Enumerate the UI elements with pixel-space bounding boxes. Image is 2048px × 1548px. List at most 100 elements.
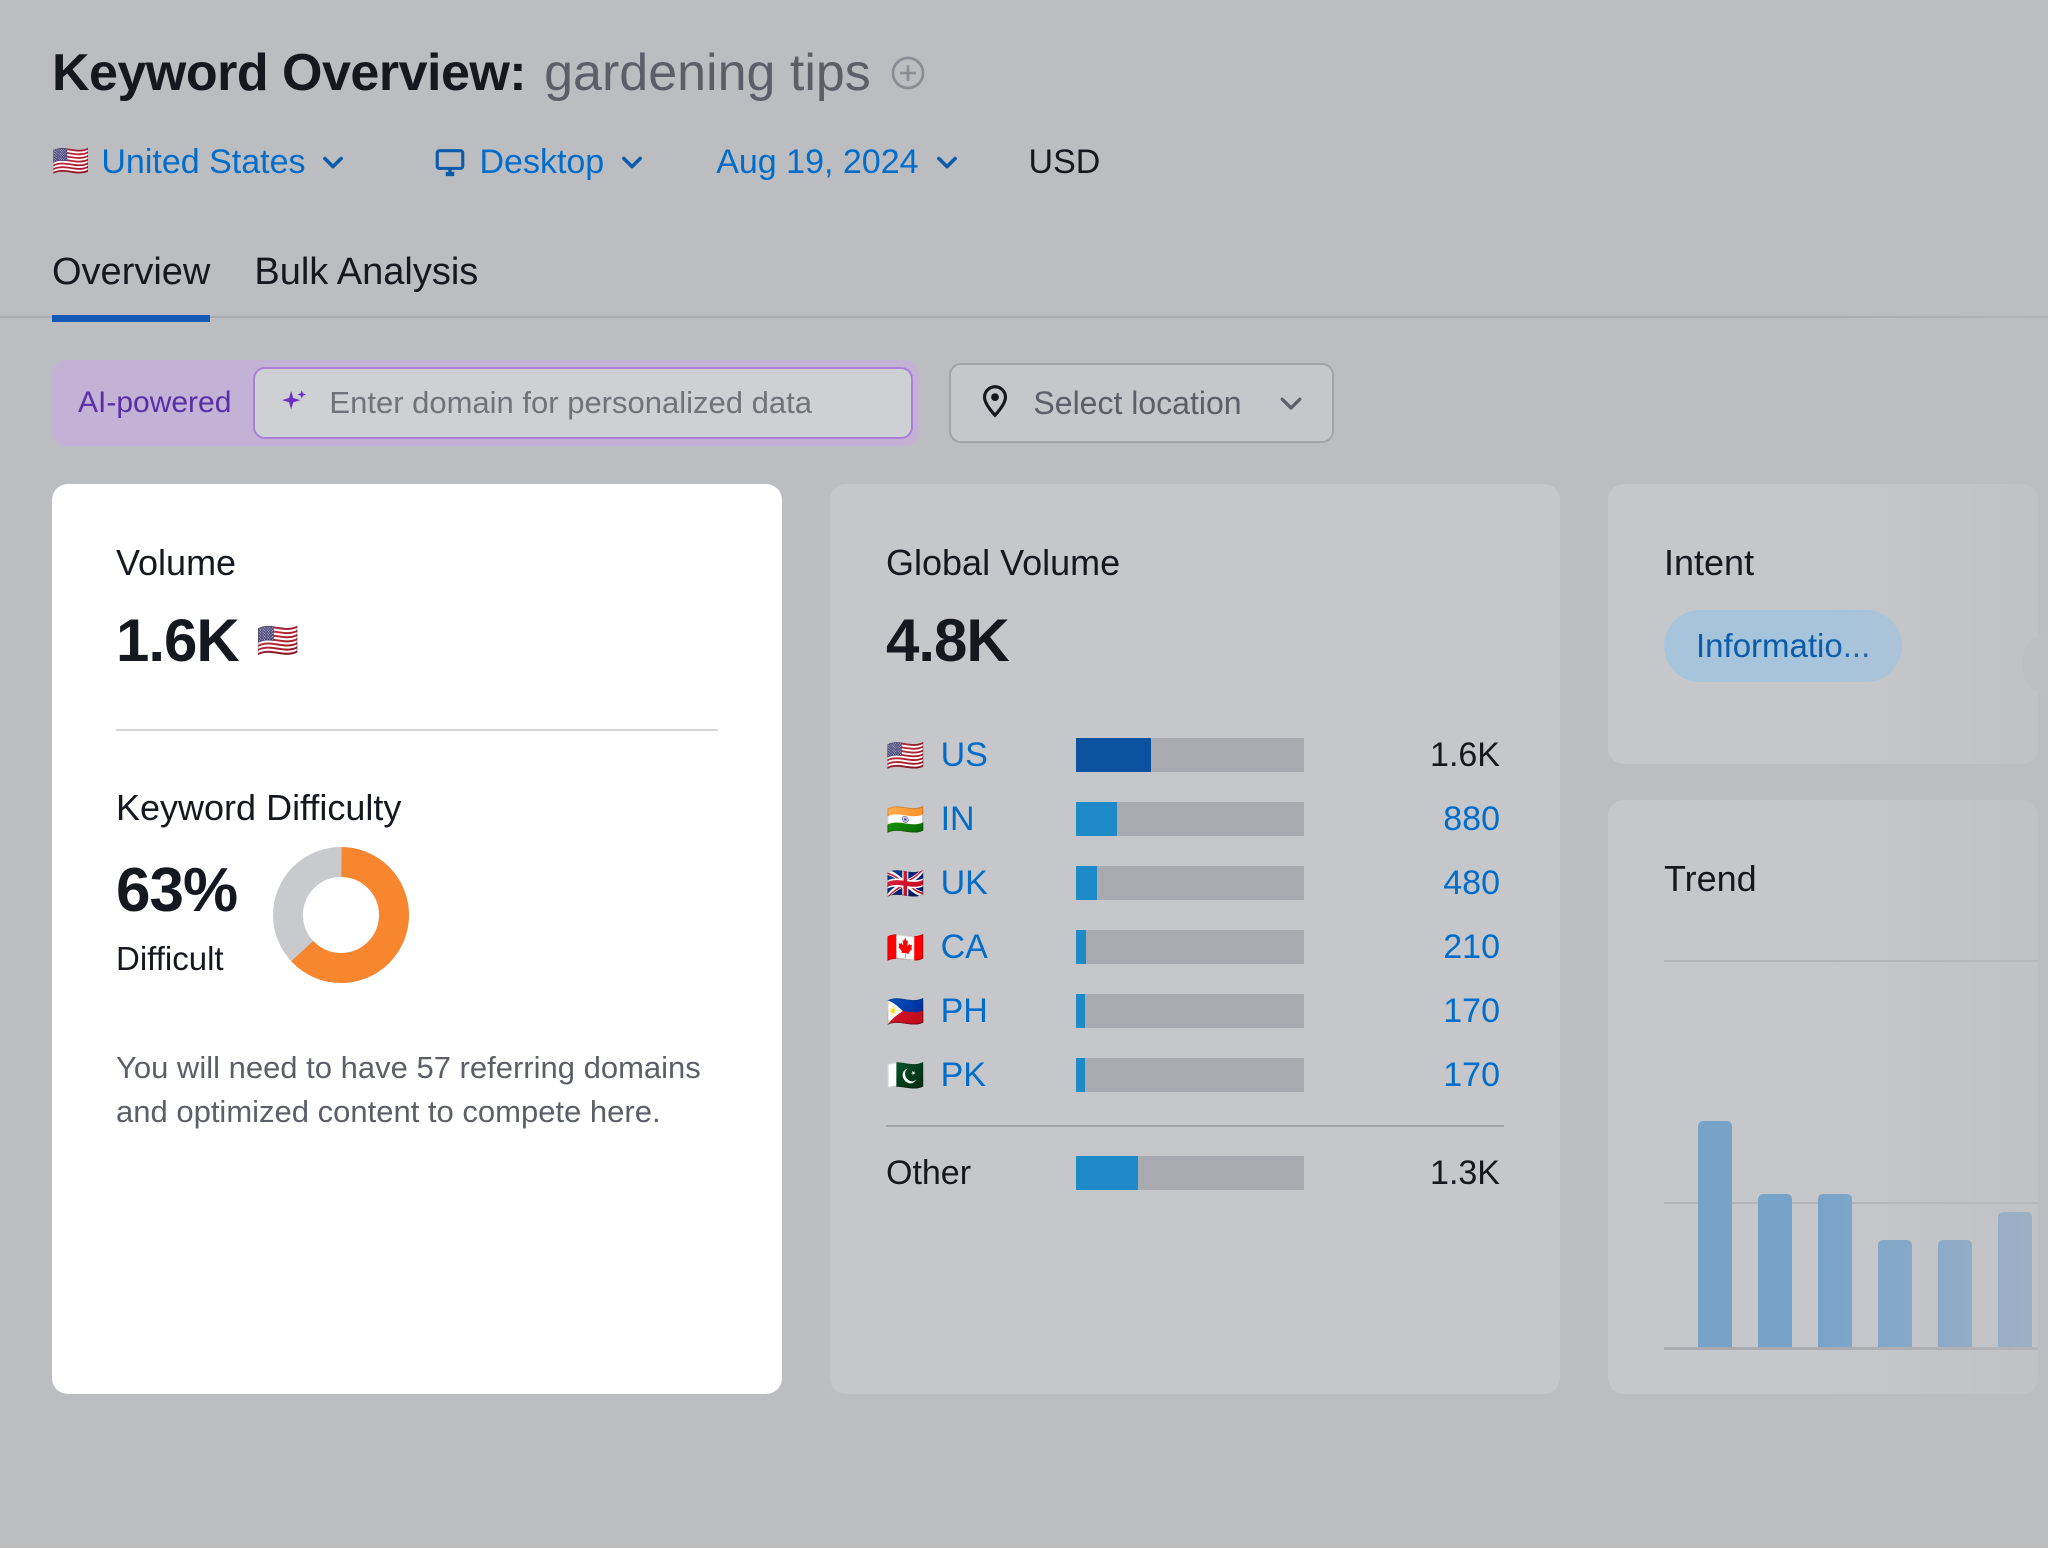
plus-circle-icon[interactable] xyxy=(889,54,927,92)
trend-card: Trend xyxy=(1608,800,2038,1394)
country-identity: 🇺🇸 US xyxy=(886,736,1076,775)
filter-bar: 🇺🇸 United States Desktop Aug 19, 2024 US… xyxy=(52,136,2048,188)
country-bar-track-other xyxy=(1076,1156,1304,1190)
country-bar-track xyxy=(1076,994,1304,1028)
country-flag-icon: 🇵🇭 xyxy=(886,993,925,1029)
country-row: 🇵🇰 PK 170 xyxy=(886,1043,1504,1107)
trend-baseline xyxy=(1664,1347,2038,1350)
country-flag-icon: 🇬🇧 xyxy=(886,865,925,901)
intent-card: Intent Informatio... xyxy=(1608,484,2048,764)
info-circle-icon xyxy=(2022,630,2048,698)
country-code[interactable]: PH xyxy=(941,992,988,1031)
country-selector-label: United States xyxy=(101,142,306,181)
country-value[interactable]: 480 xyxy=(1304,864,1504,903)
country-volume-list: 🇺🇸 US 1.6K 🇮🇳 IN 880 🇬🇧 UK 480 🇨🇦 CA 210 🇵🇭 PH 170 🇵🇰 PK… xyxy=(886,723,1504,1107)
metric-cards-row: Volume 1.6K 🇺🇸 Keyword Difficulty 63% Di… xyxy=(0,446,2048,1394)
monitor-icon xyxy=(433,145,467,179)
sparkle-icon xyxy=(277,386,311,420)
keyword-difficulty-block: Keyword Difficulty 63% Difficult You wil… xyxy=(116,787,718,1134)
country-bar-fill xyxy=(1076,1058,1086,1092)
map-pin-icon xyxy=(977,383,1013,424)
country-code-other: Other xyxy=(886,1153,972,1192)
date-selector-label: Aug 19, 2024 xyxy=(716,142,919,181)
device-selector[interactable]: Desktop xyxy=(433,143,646,182)
country-identity: 🇨🇦 CA xyxy=(886,928,1076,967)
country-identity: 🇮🇳 IN xyxy=(886,800,1076,839)
country-bar-track xyxy=(1076,802,1304,836)
country-row: 🇨🇦 CA 210 xyxy=(886,915,1504,979)
country-flag-icon: 🇨🇦 xyxy=(886,929,925,965)
trend-chart xyxy=(1664,960,2038,1350)
country-identity: 🇵🇭 PH xyxy=(886,992,1076,1031)
date-selector[interactable]: Aug 19, 2024 xyxy=(716,143,960,182)
country-row: 🇬🇧 UK 480 xyxy=(886,851,1504,915)
country-value[interactable]: 210 xyxy=(1304,928,1504,967)
intent-badge-label: Informatio... xyxy=(1696,627,1871,664)
page-header: Keyword Overview: gardening tips 🇺🇸 Unit… xyxy=(0,0,2048,188)
card-divider xyxy=(116,729,718,731)
country-bar-track xyxy=(1076,738,1304,772)
country-flag-icon: 🇵🇰 xyxy=(886,1057,925,1093)
country-bar-fill xyxy=(1076,738,1152,772)
country-code[interactable]: UK xyxy=(941,864,988,903)
ai-powered-badge: AI-powered xyxy=(78,386,232,419)
intent-badge[interactable]: Informatio... xyxy=(1664,610,1903,682)
us-flag-icon: 🇺🇸 xyxy=(52,145,90,178)
country-bar-fill xyxy=(1076,994,1086,1028)
tab-bar: Overview Bulk Analysis xyxy=(0,240,2048,322)
ai-domain-search: AI-powered Enter domain for personalized… xyxy=(52,360,920,446)
trend-bar xyxy=(1878,1239,1912,1350)
volume-value-row: 1.6K 🇺🇸 xyxy=(116,606,718,675)
trend-bar xyxy=(1758,1194,1792,1350)
trend-bar xyxy=(1818,1194,1852,1350)
country-bar-fill xyxy=(1076,802,1118,836)
keyword-difficulty-rating: Difficult xyxy=(116,939,224,977)
currency-label: USD xyxy=(1029,143,1101,182)
country-list-divider xyxy=(886,1125,1504,1127)
chevron-down-icon xyxy=(933,148,961,176)
country-code[interactable]: IN xyxy=(941,800,975,839)
country-bar-fill xyxy=(1076,930,1087,964)
search-strip: AI-powered Enter domain for personalized… xyxy=(0,318,2048,446)
country-identity: 🇬🇧 UK xyxy=(886,864,1076,903)
tab-bulk-analysis[interactable]: Bulk Analysis xyxy=(254,251,478,316)
country-value: 1.6K xyxy=(1430,735,1500,774)
volume-difficulty-card: Volume 1.6K 🇺🇸 Keyword Difficulty 63% Di… xyxy=(52,484,782,1394)
tab-overview-label: Overview xyxy=(52,251,211,293)
country-value[interactable]: 170 xyxy=(1304,992,1504,1031)
device-selector-label: Desktop xyxy=(479,142,605,181)
country-row: 🇮🇳 IN 880 xyxy=(886,787,1504,851)
country-selector[interactable]: 🇺🇸 United States xyxy=(52,143,347,182)
country-bar-track xyxy=(1076,866,1304,900)
location-selector[interactable]: Select location xyxy=(949,363,1334,443)
trend-bar-group xyxy=(1698,960,2038,1350)
chevron-down-icon xyxy=(618,148,646,176)
us-flag-icon: 🇺🇸 xyxy=(256,621,299,660)
keyword-difficulty-donut-chart xyxy=(271,845,411,990)
volume-label: Volume xyxy=(116,542,237,583)
country-bar-fill-other xyxy=(1076,1156,1138,1190)
tab-bulk-analysis-label: Bulk Analysis xyxy=(254,251,479,293)
tab-overview[interactable]: Overview xyxy=(52,251,211,322)
country-bar-track xyxy=(1076,1058,1304,1092)
country-code[interactable]: CA xyxy=(941,928,988,967)
trend-bar xyxy=(1938,1239,1972,1350)
page-title: Keyword Overview: xyxy=(52,44,527,102)
country-value-other: 1.3K xyxy=(1430,1153,1500,1192)
country-value[interactable]: 880 xyxy=(1304,800,1504,839)
domain-input[interactable]: Enter domain for personalized data xyxy=(253,367,914,439)
country-identity: 🇵🇰 PK xyxy=(886,1056,1076,1095)
country-bar-fill xyxy=(1076,866,1097,900)
chevron-down-icon xyxy=(1276,388,1306,418)
domain-input-placeholder: Enter domain for personalized data xyxy=(329,385,812,420)
country-value[interactable]: 170 xyxy=(1304,1056,1504,1095)
country-code[interactable]: PK xyxy=(941,1056,986,1095)
country-code[interactable]: US xyxy=(941,736,988,775)
tab-bar-divider xyxy=(0,316,2048,318)
country-row-other: Other 1.3K xyxy=(886,1141,1504,1205)
keyword-difficulty-note: You will need to have 57 referring domai… xyxy=(116,1050,701,1130)
trend-bar xyxy=(1998,1212,2032,1350)
country-flag-icon: 🇮🇳 xyxy=(886,801,925,837)
country-row: 🇵🇭 PH 170 xyxy=(886,979,1504,1043)
country-bar-track xyxy=(1076,930,1304,964)
